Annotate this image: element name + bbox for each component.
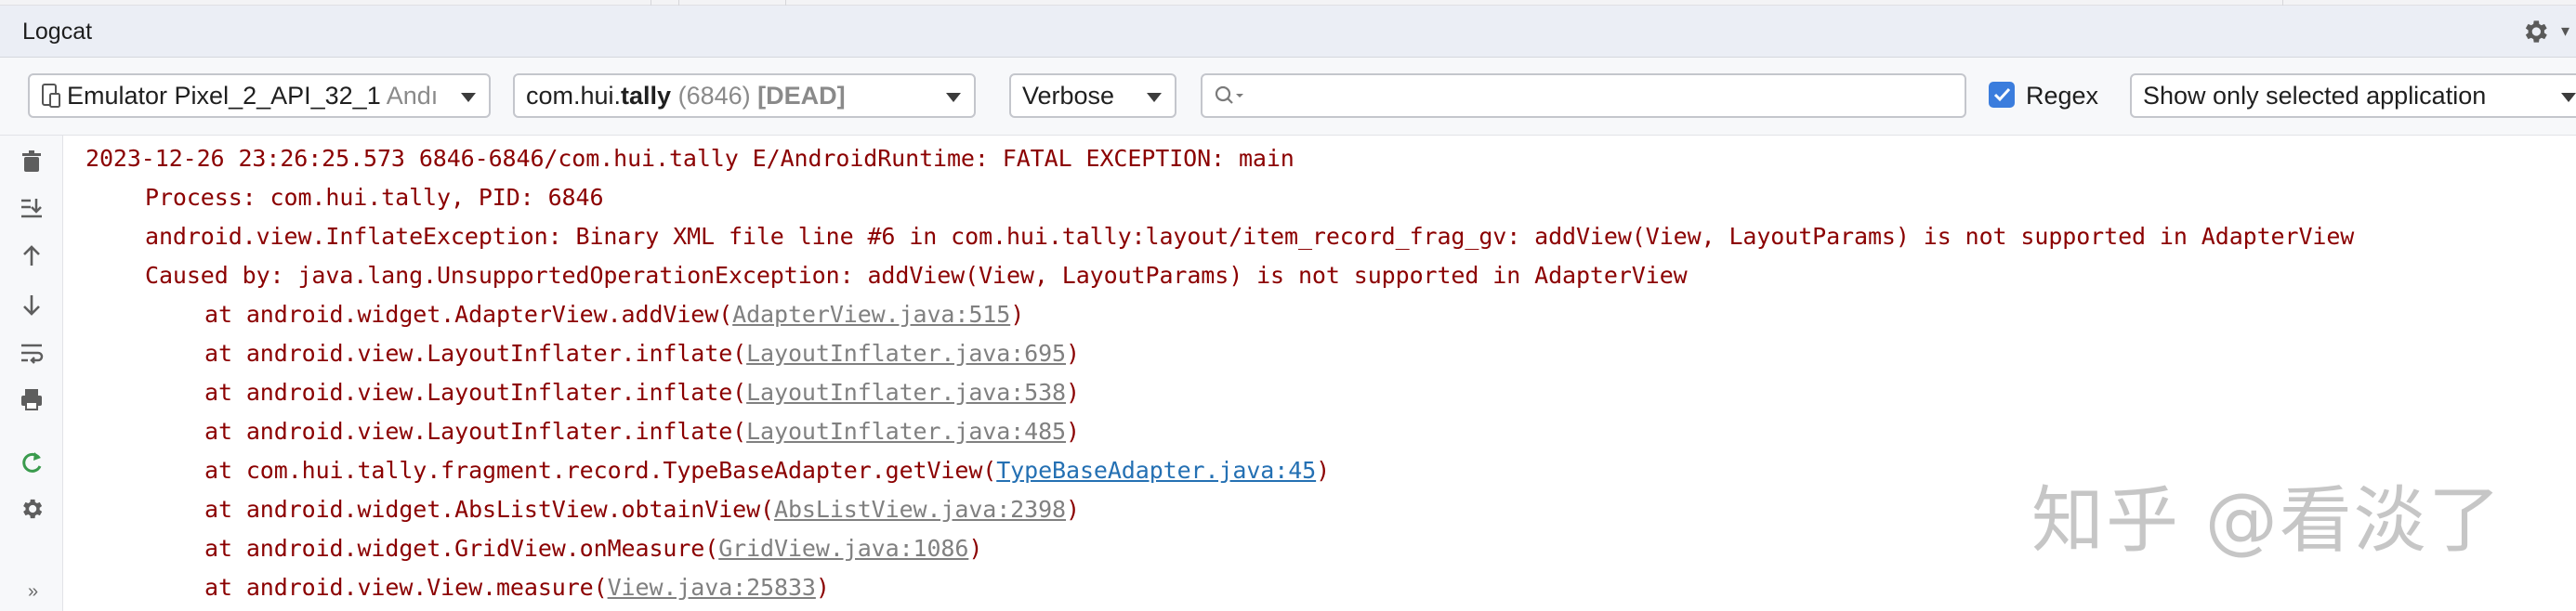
more-actions-chevron[interactable]: » (28, 581, 38, 603)
device-selector[interactable]: Emulator Pixel_2_API_32_1 Andı (28, 73, 491, 118)
device-label: Emulator Pixel_2_API_32_1 (67, 82, 381, 110)
up-arrow-icon[interactable] (19, 243, 45, 269)
panel-options-caret[interactable]: ▾ (2561, 21, 2569, 41)
process-pid: (6846) (671, 82, 758, 110)
stack-frame-method: at android.view.LayoutInflater.inflate( (204, 340, 747, 367)
device-icon (42, 83, 60, 108)
search-icon (1215, 85, 1243, 104)
scroll-to-end-icon[interactable] (19, 195, 45, 221)
process-prefix: com.hui. (526, 82, 622, 110)
log-line: Process: com.hui.tally, PID: 6846 (145, 184, 604, 211)
checkmark-icon (1993, 87, 2011, 102)
stack-frame-close: ) (968, 535, 983, 562)
stack-frame: at android.widget.AdapterView.addView(Ad… (204, 301, 1024, 328)
panel-title: Logcat (22, 19, 93, 45)
chevron-down-icon (2561, 93, 2576, 102)
log-level-label: Verbose (1022, 82, 1115, 110)
source-link[interactable]: AdapterView.java:515 (732, 301, 1010, 328)
stack-frame-method: at android.widget.AbsListView.obtainView… (204, 496, 775, 523)
stack-frame: at android.view.View.measure(View.java:2… (204, 574, 830, 601)
source-link[interactable]: LayoutInflater.java:538 (746, 379, 1066, 406)
stack-frame-method: at android.widget.GridView.onMeasure( (204, 535, 719, 562)
stack-frame: at android.widget.AbsListView.obtainView… (204, 496, 1080, 523)
app-filter-selector[interactable]: Show only selected application (2130, 73, 2576, 118)
trash-icon[interactable] (19, 149, 45, 175)
logcat-toolbar: Emulator Pixel_2_API_32_1 Andı com.hui.t… (0, 58, 2576, 136)
source-link[interactable]: LayoutInflater.java:485 (746, 418, 1066, 445)
source-link-app[interactable]: TypeBaseAdapter.java:45 (996, 457, 1316, 484)
stack-frame-method: at android.view.LayoutInflater.inflate( (204, 379, 747, 406)
soft-wrap-icon[interactable] (19, 340, 45, 366)
log-line: android.view.InflateException: Binary XM… (145, 223, 2355, 250)
watermark: 知乎 @看淡了 (2031, 479, 2503, 563)
stack-frame-method: at android.view.View.measure( (204, 574, 608, 601)
print-icon[interactable] (19, 386, 45, 412)
stack-frame-close: ) (1066, 418, 1080, 445)
source-link[interactable]: AbsListView.java:2398 (774, 496, 1066, 523)
chevron-down-icon (461, 93, 476, 102)
log-level-selector[interactable]: Verbose (1009, 73, 1176, 118)
stack-frame-close: ) (1010, 301, 1025, 328)
source-link[interactable]: GridView.java:1086 (718, 535, 968, 562)
device-suffix: Andı (386, 82, 439, 110)
stack-frame-close: ) (1066, 340, 1080, 367)
process-selector[interactable]: com.hui.tally (6846) [DEAD] (513, 73, 976, 118)
gear-icon[interactable] (2520, 17, 2550, 46)
logcat-title-bar: Logcat ▾ (0, 6, 2576, 58)
stack-frame: at android.widget.GridView.onMeasure(Gri… (204, 535, 982, 562)
search-input[interactable] (1201, 73, 1966, 118)
regex-label: Regex (2026, 82, 2099, 110)
stack-frame-method: at android.view.LayoutInflater.inflate( (204, 418, 747, 445)
source-link[interactable]: View.java:25833 (608, 574, 816, 601)
stack-frame: at android.view.LayoutInflater.inflate(L… (204, 418, 1080, 445)
stack-frame-close: ) (1316, 457, 1331, 484)
stack-frame-close: ) (1066, 379, 1080, 406)
stack-frame: at android.view.LayoutInflater.inflate(L… (204, 379, 1080, 406)
app-filter-label: Show only selected application (2143, 82, 2487, 110)
restart-icon[interactable] (19, 449, 45, 475)
process-state: [DEAD] (757, 82, 846, 110)
regex-checkbox[interactable] (1989, 82, 2015, 108)
stack-frame: at com.hui.tally.fragment.record.TypeBas… (204, 457, 1330, 484)
logcat-actions-sidebar: » (0, 136, 63, 611)
settings-icon[interactable] (19, 496, 45, 522)
chevron-down-icon (1147, 93, 1162, 102)
process-name-bold: tally (621, 82, 672, 110)
log-line: 2023-12-26 23:26:25.573 6846-6846/com.hu… (85, 145, 1295, 172)
stack-frame-close: ) (1066, 496, 1080, 523)
stack-frame-method: at com.hui.tally.fragment.record.TypeBas… (204, 457, 997, 484)
source-link[interactable]: LayoutInflater.java:695 (746, 340, 1066, 367)
stack-frame: at android.view.LayoutInflater.inflate(L… (204, 340, 1080, 367)
stack-frame-method: at android.widget.AdapterView.addView( (204, 301, 733, 328)
stack-frame-close: ) (815, 574, 830, 601)
log-line: Caused by: java.lang.UnsupportedOperatio… (145, 262, 1688, 289)
down-arrow-icon[interactable] (19, 292, 45, 318)
chevron-down-icon (946, 93, 961, 102)
